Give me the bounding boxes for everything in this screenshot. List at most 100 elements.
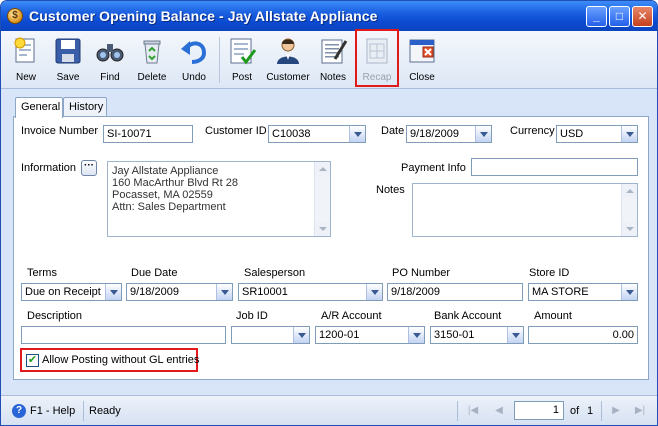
undo-arrow-icon <box>181 41 207 64</box>
page-number-input[interactable]: 1 <box>514 401 564 420</box>
maximize-button[interactable]: □ <box>609 6 630 27</box>
terms-combo[interactable]: Due on Receipt <box>21 283 122 301</box>
new-button[interactable]: New <box>6 33 46 87</box>
delete-button[interactable]: Delete <box>132 33 172 87</box>
scroll-down-icon[interactable] <box>622 222 637 236</box>
post-ledger-icon <box>230 38 257 65</box>
binoculars-icon <box>96 44 124 62</box>
payment-info-field[interactable] <box>471 158 638 176</box>
allow-posting-highlight-box: ✔ Allow Posting without GL entries <box>20 348 200 372</box>
currency-combo[interactable]: USD <box>556 125 638 143</box>
salesperson-label: Salesperson <box>244 267 306 279</box>
close-label: Close <box>409 72 435 83</box>
scroll-up-icon[interactable] <box>622 184 637 198</box>
status-separator <box>83 401 84 421</box>
description-label: Description <box>27 310 83 322</box>
information-textarea[interactable]: Jay Allstate Appliance 160 MacArthur Blv… <box>107 161 331 237</box>
date-label: Date <box>381 125 405 137</box>
due-date-label: Due Date <box>131 267 178 279</box>
amount-field[interactable]: 0.00 <box>528 326 638 344</box>
chevron-down-icon[interactable] <box>216 284 232 300</box>
recycle-bin-icon <box>143 40 161 64</box>
bank-account-label: Bank Account <box>434 310 502 322</box>
po-number-field[interactable]: 9/18/2009 <box>387 283 523 301</box>
tab-general[interactable]: General <box>15 97 63 118</box>
window-title: Customer Opening Balance - Jay Allstate … <box>29 8 378 24</box>
scroll-down-icon[interactable] <box>315 222 330 236</box>
undo-label: Undo <box>182 72 206 83</box>
due-date-picker[interactable]: 9/18/2009 <box>126 283 233 301</box>
job-id-combo[interactable] <box>231 326 310 344</box>
salesperson-value: SR10001 <box>242 286 288 298</box>
chevron-down-icon[interactable] <box>475 126 491 142</box>
allow-posting-label: Allow Posting without GL entries <box>42 354 200 366</box>
customer-id-label: Customer ID <box>205 125 267 137</box>
bank-account-combo[interactable]: 3150-01 <box>430 326 524 344</box>
delete-label: Delete <box>137 72 167 83</box>
undo-button[interactable]: Undo <box>174 33 214 87</box>
recap-highlight-box <box>355 29 399 87</box>
terms-label: Terms <box>27 267 57 279</box>
status-ready: Ready <box>89 405 121 417</box>
ar-account-value: 1200-01 <box>319 329 360 341</box>
ar-account-label: A/R Account <box>321 310 382 322</box>
customer-person-icon <box>277 38 299 64</box>
information-line: 160 MacArthur Blvd Rt 28 <box>112 177 238 189</box>
scroll-up-icon[interactable] <box>315 162 330 176</box>
notes-scrollbar[interactable] <box>621 184 637 236</box>
close-form-icon <box>409 39 435 63</box>
status-separator <box>457 401 458 421</box>
information-line: Pocasset, MA 02559 <box>112 189 213 201</box>
chevron-down-icon[interactable] <box>349 126 365 142</box>
ar-account-combo[interactable]: 1200-01 <box>315 326 425 344</box>
close-button[interactable]: Close <box>402 33 442 87</box>
chevron-down-icon[interactable] <box>366 284 382 300</box>
minimize-button[interactable]: _ <box>586 6 607 27</box>
information-scrollbar[interactable] <box>314 162 330 236</box>
next-page-icon[interactable]: ▶ <box>610 405 622 417</box>
chevron-down-icon[interactable] <box>293 327 309 343</box>
help-icon[interactable]: ? <box>12 404 26 418</box>
total-pages: 1 <box>587 405 594 417</box>
post-button[interactable]: Post <box>222 33 262 87</box>
chevron-down-icon[interactable] <box>507 327 523 343</box>
save-button[interactable]: Save <box>48 33 88 87</box>
notes-button[interactable]: Notes <box>313 33 353 87</box>
terms-value: Due on Receipt <box>25 286 101 298</box>
description-field[interactable] <box>21 326 226 344</box>
find-button[interactable]: Find <box>90 33 130 87</box>
previous-page-icon[interactable]: ◀ <box>493 405 505 417</box>
save-label: Save <box>56 72 80 83</box>
chevron-down-icon[interactable] <box>621 284 637 300</box>
store-id-value: MA STORE <box>532 286 589 298</box>
information-ellipsis-button[interactable]: ··· <box>81 160 97 176</box>
title-bar: $ Customer Opening Balance - Jay Allstat… <box>1 1 657 31</box>
amount-label: Amount <box>534 310 572 322</box>
currency-value: USD <box>560 128 584 140</box>
chevron-down-icon[interactable] <box>105 284 121 300</box>
currency-label: Currency <box>510 125 555 137</box>
post-label: Post <box>231 72 252 83</box>
invoice-number-label: Invoice Number <box>21 125 99 137</box>
salesperson-combo[interactable]: SR10001 <box>238 283 383 301</box>
first-page-icon[interactable]: |◀ <box>467 405 479 417</box>
close-window-button[interactable]: ✕ <box>632 6 653 27</box>
notes-textarea[interactable] <box>412 183 638 237</box>
chevron-down-icon[interactable] <box>408 327 424 343</box>
floppy-disk-icon <box>55 38 81 64</box>
chevron-down-icon[interactable] <box>621 126 637 142</box>
bank-account-value: 3150-01 <box>434 329 475 341</box>
customer-button[interactable]: Customer <box>265 33 311 87</box>
status-bar: ? F1 - Help Ready |◀ ◀ 1 of 1 ▶ ▶| <box>1 395 657 425</box>
customer-id-combo[interactable]: C10038 <box>268 125 366 143</box>
toolbar-separator <box>219 37 220 83</box>
help-text[interactable]: F1 - Help <box>30 405 75 417</box>
allow-posting-checkbox[interactable]: ✔ <box>26 354 39 367</box>
tab-history[interactable]: History <box>63 97 107 117</box>
last-page-icon[interactable]: ▶| <box>634 405 646 417</box>
store-id-combo[interactable]: MA STORE <box>528 283 638 301</box>
notebook-pen-icon <box>321 39 348 64</box>
new-document-icon <box>14 37 35 63</box>
invoice-number-field[interactable]: SI-10071 <box>103 125 193 143</box>
date-picker[interactable]: 9/18/2009 <box>406 125 492 143</box>
